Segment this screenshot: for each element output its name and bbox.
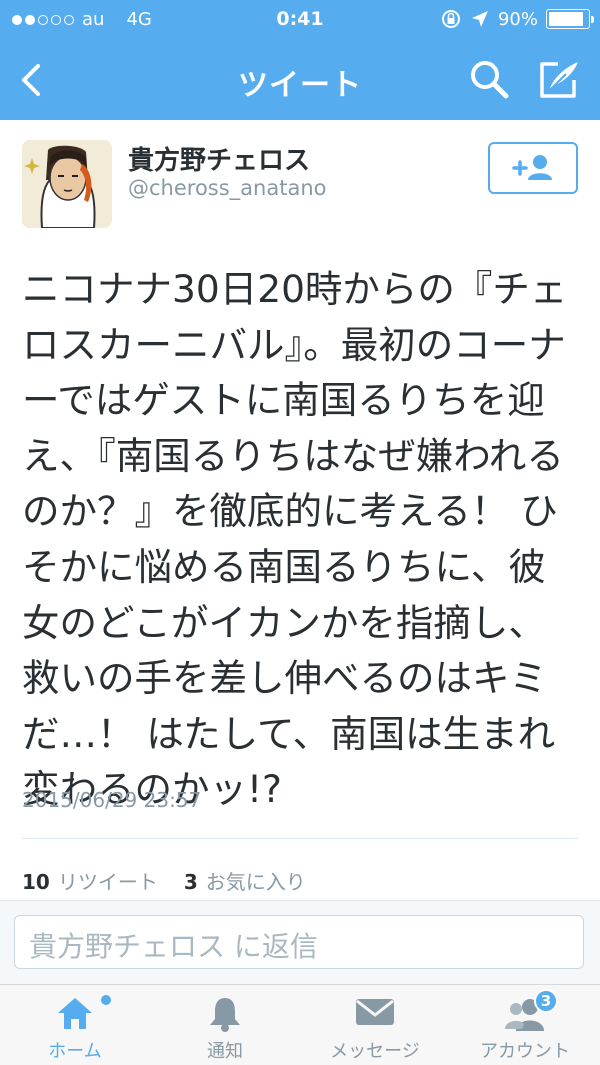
envelope-icon: [356, 999, 394, 1025]
retweet-count[interactable]: 10: [22, 870, 50, 894]
bell-icon: [210, 998, 240, 1032]
search-icon[interactable]: [468, 58, 510, 100]
tab-label: メッセージ: [330, 1041, 420, 1062]
add-user-icon: [512, 155, 552, 180]
reply-area: 貴方野チェロス に返信: [0, 900, 600, 984]
favorite-label[interactable]: お気に入り: [206, 866, 306, 895]
tab-notifications[interactable]: 通知: [150, 985, 300, 1065]
display-name[interactable]: 貴方野チェロス: [128, 140, 310, 177]
app-header: au 4G 0:41 90% ツイート: [0, 0, 600, 120]
tab-bar: ホーム 通知 メッセージ 3 アカウント: [0, 984, 600, 1065]
reply-input[interactable]: 貴方野チェロス に返信: [14, 915, 584, 969]
nav-bar: ツイート: [0, 40, 600, 120]
tab-label: 通知: [207, 1041, 243, 1062]
battery-level: [549, 12, 584, 26]
user-handle[interactable]: @cheross_anatano: [128, 176, 327, 200]
tab-home[interactable]: ホーム: [0, 985, 150, 1065]
tab-messages[interactable]: メッセージ: [300, 985, 450, 1065]
notification-badge: 3: [534, 989, 558, 1013]
tweet-stats: 10 リツイート 3 お気に入り: [22, 866, 306, 895]
rotation-lock-icon: [441, 10, 460, 28]
tweet-timestamp: 2015/06/29 23:57: [22, 788, 202, 812]
avatar[interactable]: [22, 140, 112, 228]
status-bar: au 4G 0:41 90%: [0, 0, 600, 40]
status-right: 90%: [440, 8, 594, 30]
follow-button[interactable]: [488, 142, 578, 194]
battery-icon: [546, 9, 594, 29]
divider: [22, 838, 578, 839]
new-content-indicator: [101, 995, 111, 1005]
compose-icon[interactable]: [536, 58, 582, 100]
location-arrow-icon: [471, 11, 488, 27]
tab-label: ホーム: [48, 1041, 102, 1062]
favorite-count[interactable]: 3: [184, 870, 198, 894]
battery-percent: 90%: [497, 8, 538, 30]
page-title: ツイート: [238, 68, 362, 103]
retweet-label[interactable]: リツイート: [58, 866, 158, 895]
home-icon: [58, 998, 92, 1029]
tab-label: アカウント: [480, 1041, 570, 1062]
tweet-text: ニコナナ30日20時からの『チェロスカーニバル』。最初のコーナーではゲストに南国…: [22, 267, 568, 812]
tab-account[interactable]: 3 アカウント: [450, 985, 600, 1065]
reply-placeholder: 貴方野チェロス に返信: [29, 930, 318, 963]
